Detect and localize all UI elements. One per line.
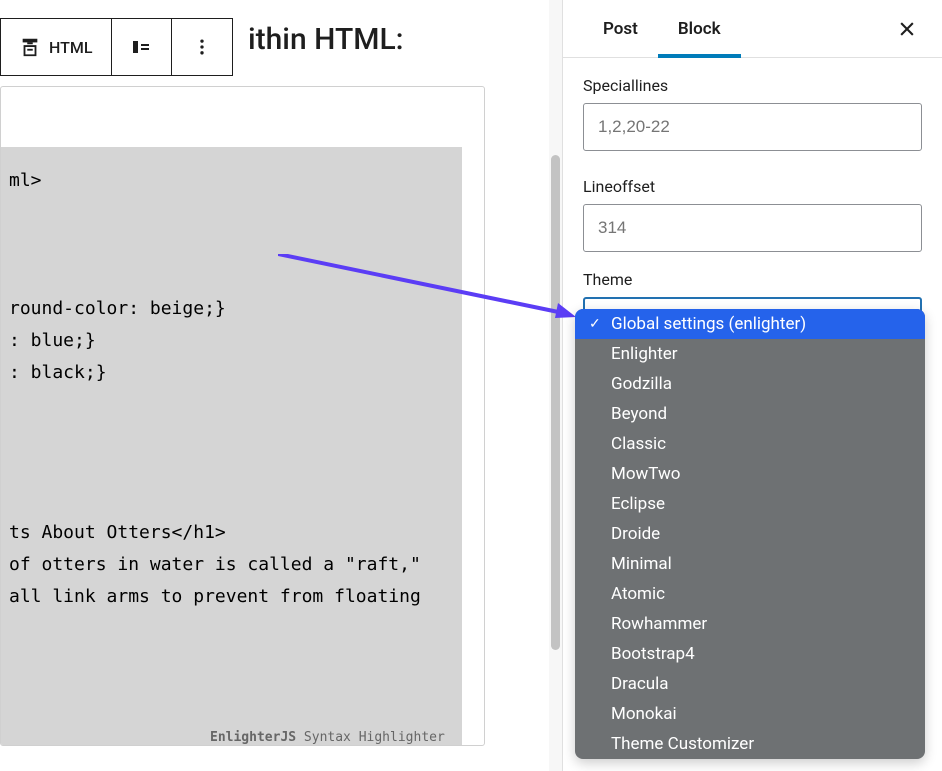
theme-option[interactable]: Global settings (enlighter) — [575, 309, 925, 339]
theme-option[interactable]: Monokai — [575, 699, 925, 729]
close-icon — [897, 19, 917, 39]
theme-option[interactable]: Theme Customizer — [575, 729, 925, 759]
theme-label: Theme — [583, 270, 922, 289]
tab-block[interactable]: Block — [658, 0, 741, 58]
kebab-icon — [192, 37, 212, 57]
sidebar-tabs: Post Block — [563, 0, 942, 58]
editor-scrollbar-thumb[interactable] — [551, 155, 560, 650]
lineoffset-label: Lineoffset — [583, 177, 922, 196]
lineoffset-input[interactable] — [583, 204, 922, 252]
more-options-button[interactable] — [172, 19, 232, 75]
theme-option[interactable]: Bootstrap4 — [575, 639, 925, 669]
theme-option[interactable]: Eclipse — [575, 489, 925, 519]
theme-option[interactable]: Classic — [575, 429, 925, 459]
block-toolbar: HTML — [0, 18, 233, 76]
settings-sidebar: Post Block Speciallines Lineoffset Theme… — [562, 0, 942, 771]
tab-post[interactable]: Post — [583, 0, 658, 58]
syntax-highlighter-label: EnlighterJS Syntax Highlighter — [210, 730, 445, 745]
theme-option[interactable]: MowTwo — [575, 459, 925, 489]
html-block-button[interactable]: HTML — [1, 19, 112, 75]
speciallines-input[interactable] — [583, 103, 922, 151]
post-heading-fragment: ithin HTML: — [248, 22, 404, 57]
theme-option[interactable]: Minimal — [575, 549, 925, 579]
code-editor[interactable]: ml> round-color: beige;} : blue;} : blac… — [1, 147, 462, 746]
align-icon — [129, 35, 153, 59]
theme-dropdown-list: Global settings (enlighter)EnlighterGodz… — [575, 309, 925, 759]
theme-option[interactable]: Dracula — [575, 669, 925, 699]
align-button[interactable] — [112, 19, 172, 75]
html-block-label: HTML — [49, 38, 93, 57]
theme-option[interactable]: Atomic — [575, 579, 925, 609]
close-sidebar-button[interactable] — [897, 19, 917, 39]
speciallines-label: Speciallines — [583, 76, 922, 95]
theme-option[interactable]: Beyond — [575, 399, 925, 429]
code-block-container: ml> round-color: beige;} : blue;} : blac… — [0, 86, 485, 746]
html-icon — [19, 36, 41, 58]
theme-option[interactable]: Rowhammer — [575, 609, 925, 639]
theme-option[interactable]: Godzilla — [575, 369, 925, 399]
theme-option[interactable]: Droide — [575, 519, 925, 549]
theme-option[interactable]: Enlighter — [575, 339, 925, 369]
